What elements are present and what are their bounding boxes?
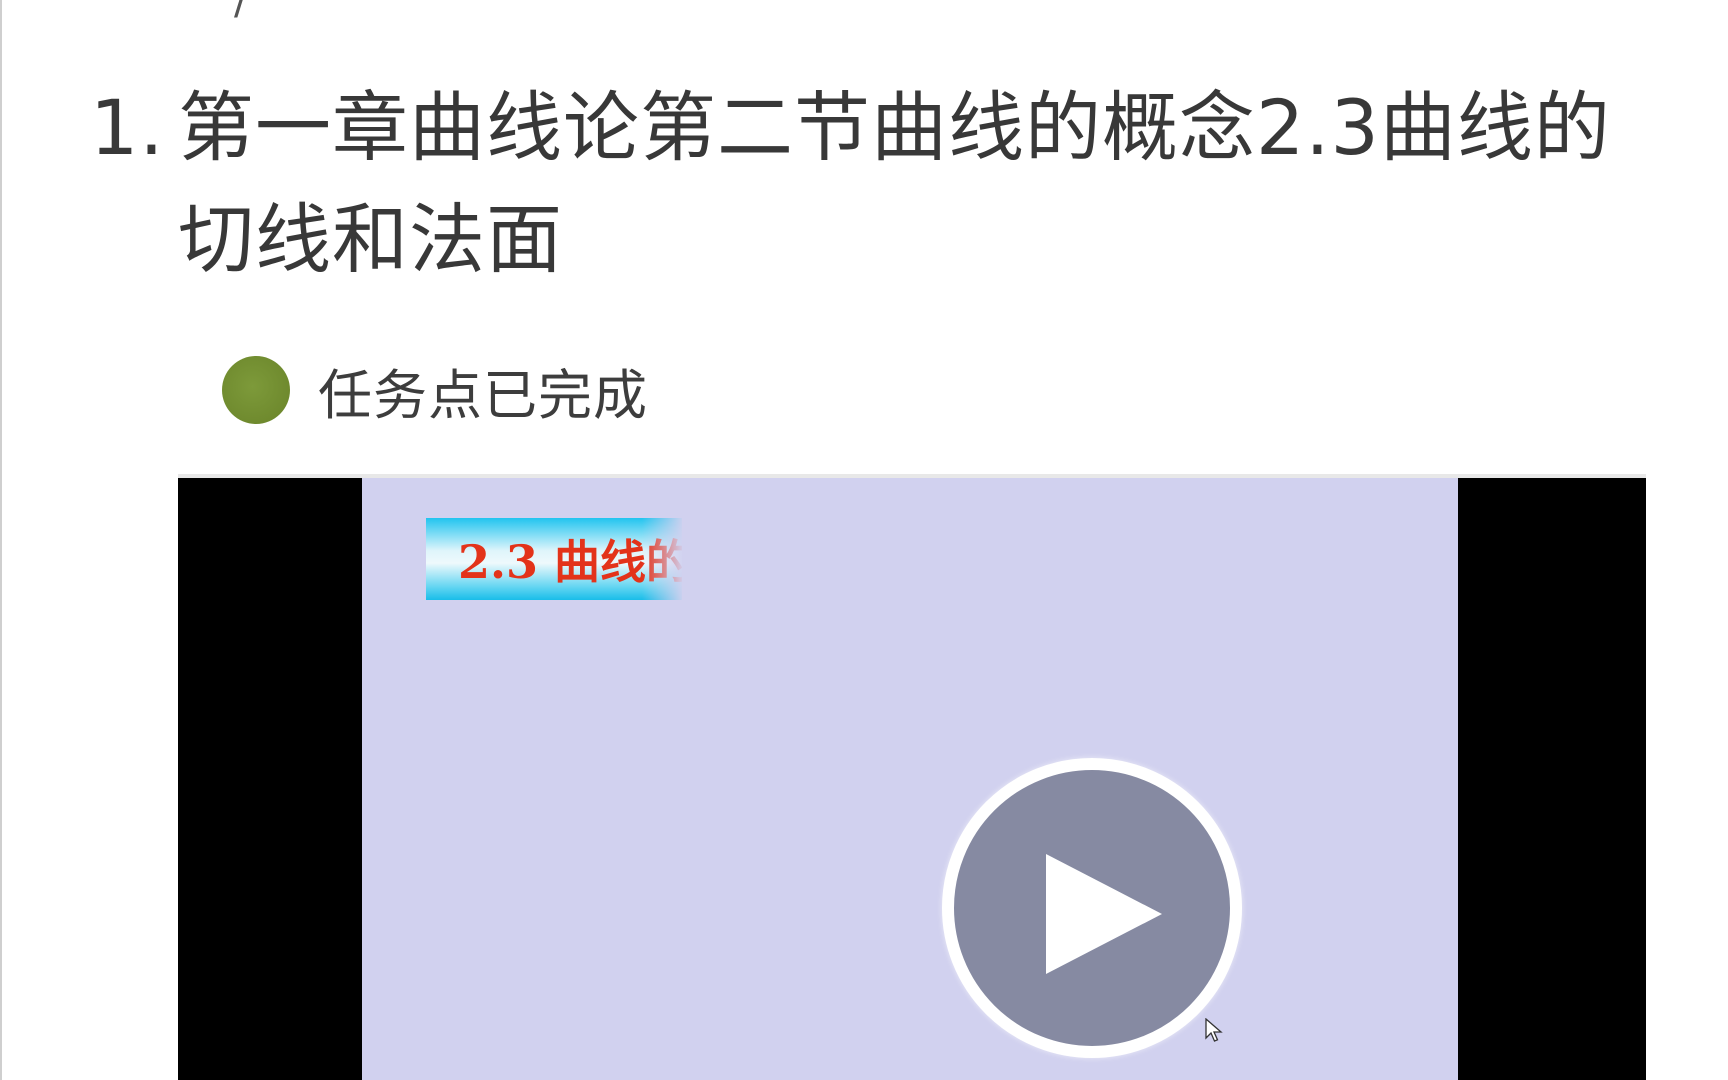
task-status-label: 任务点已完成 (318, 363, 648, 427)
section-heading: 1. 第一章曲线论第二节曲线的概念2.3曲线的切线和法面 (90, 72, 1670, 296)
video-player[interactable]: 2.3 曲线的 (178, 474, 1646, 1080)
slide-title-bar: 2.3 曲线的 (426, 518, 682, 600)
video-frame: 2.3 曲线的 (362, 478, 1458, 1080)
slide-title: 2.3 曲线的 (458, 535, 682, 589)
section-number: 1. (90, 83, 165, 172)
play-icon (1046, 854, 1162, 974)
mouse-cursor-icon (1205, 1018, 1223, 1042)
completed-dot-icon (222, 356, 290, 424)
section-title: 第一章曲线论第二节曲线的概念2.3曲线的切线和法面 (178, 83, 1611, 284)
play-button[interactable] (942, 758, 1242, 1058)
previous-content-fragment: / (234, 0, 248, 24)
task-status: 任务点已完成 (222, 355, 648, 427)
page-frame: / 1. 第一章曲线论第二节曲线的概念2.3曲线的切线和法面 任务点已完成 2.… (0, 0, 1728, 1080)
